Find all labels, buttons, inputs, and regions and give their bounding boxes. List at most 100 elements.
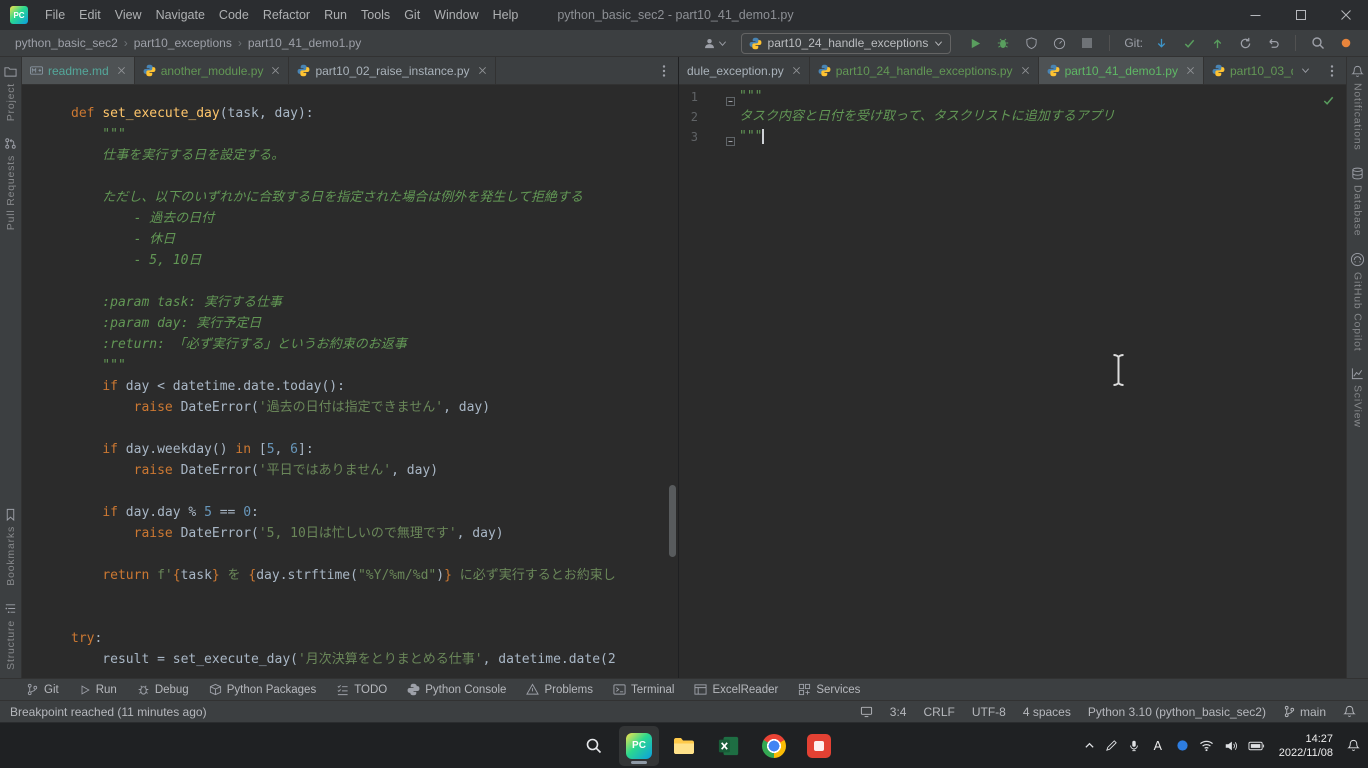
toolbar-run[interactable]: Run bbox=[69, 679, 127, 700]
close-button[interactable] bbox=[1323, 0, 1368, 30]
volume-icon[interactable] bbox=[1224, 739, 1238, 753]
tab-another-module-py[interactable]: another_module.py bbox=[135, 57, 290, 84]
toolbar-excelreader[interactable]: ExcelReader bbox=[684, 679, 788, 700]
tab-dule-exception-py[interactable]: dule_exception.py bbox=[679, 57, 810, 84]
breadcrumb-item-python-basic-sec2[interactable]: python_basic_sec2 bbox=[14, 36, 119, 50]
indentation[interactable]: 4 spaces bbox=[1023, 705, 1071, 719]
notifications-icon[interactable] bbox=[1343, 705, 1356, 718]
toolwindow-button-database[interactable]: Database bbox=[1351, 159, 1364, 244]
fold-marker-icon[interactable] bbox=[726, 133, 735, 142]
tray-overflow-button[interactable] bbox=[1084, 740, 1095, 751]
toolbar-git[interactable]: Git bbox=[16, 679, 69, 700]
toolwindow-button-pull-requests[interactable]: Pull Requests bbox=[4, 129, 17, 238]
menu-view[interactable]: View bbox=[108, 0, 149, 30]
notification-center-icon[interactable] bbox=[1347, 739, 1360, 752]
windows-ink-icon[interactable] bbox=[1105, 739, 1118, 752]
git-branch-widget[interactable]: main bbox=[1283, 705, 1326, 719]
tab-part10-03-divide[interactable]: part10_03_divide bbox=[1204, 57, 1293, 84]
taskbar-windows-button[interactable] bbox=[529, 726, 569, 766]
wifi-icon[interactable] bbox=[1199, 739, 1214, 752]
close-tab-icon[interactable] bbox=[117, 66, 126, 75]
left-editor-scrollbar[interactable] bbox=[669, 485, 676, 557]
taskbar-search-button[interactable] bbox=[574, 726, 614, 766]
toolbar-python-packages[interactable]: Python Packages bbox=[199, 679, 327, 700]
toolwindow-button-github-copilot[interactable]: GitHub Copilot bbox=[1350, 244, 1365, 359]
close-tab-icon[interactable] bbox=[478, 66, 487, 75]
ime-mode-indicator[interactable]: A bbox=[1150, 739, 1166, 753]
breadcrumb-item-part10-exceptions[interactable]: part10_exceptions bbox=[133, 36, 233, 50]
git-push-button[interactable] bbox=[1205, 32, 1229, 54]
more-tabs-kebab-icon[interactable] bbox=[650, 57, 678, 84]
toolbar-terminal[interactable]: Terminal bbox=[603, 679, 684, 700]
tab-readme-md[interactable]: readme.md bbox=[22, 57, 135, 84]
close-tab-icon[interactable] bbox=[1021, 66, 1030, 75]
tab-part10-24-handle-exceptions-py[interactable]: part10_24_handle_exceptions.py bbox=[810, 57, 1039, 84]
battery-icon[interactable] bbox=[1248, 740, 1265, 752]
menu-help[interactable]: Help bbox=[486, 0, 526, 30]
right-editor[interactable]: 1"""2タスク内容と日付を受け取って、タスクリストに追加するアプリ3""" bbox=[679, 85, 1346, 678]
menu-run[interactable]: Run bbox=[317, 0, 354, 30]
toolbar-debug[interactable]: Debug bbox=[127, 679, 199, 700]
toolwindow-button-project[interactable]: Project bbox=[4, 57, 17, 129]
tab-part10-41-demo1-py[interactable]: part10_41_demo1.py bbox=[1039, 57, 1204, 84]
navigation-bar: python_basic_sec2›part10_exceptions›part… bbox=[0, 30, 1368, 57]
debug-button[interactable] bbox=[991, 32, 1015, 54]
git-update-button[interactable] bbox=[1149, 32, 1173, 54]
toolbar-services[interactable]: Services bbox=[788, 679, 870, 700]
left-editor[interactable]: def set_execute_day(task, day): """ 仕事を実… bbox=[22, 85, 678, 678]
tab-options-kebab-icon[interactable] bbox=[1318, 57, 1346, 84]
line-ending[interactable]: CRLF bbox=[923, 705, 954, 719]
run-button[interactable] bbox=[963, 32, 987, 54]
git-history-button[interactable] bbox=[1233, 32, 1257, 54]
tab-label: part10_41_demo1.py bbox=[1065, 64, 1178, 78]
profiler-button[interactable] bbox=[1047, 32, 1071, 54]
menu-navigate[interactable]: Navigate bbox=[149, 0, 212, 30]
minimize-button[interactable] bbox=[1233, 0, 1278, 30]
menu-code[interactable]: Code bbox=[212, 0, 256, 30]
toolwindow-button-notifications[interactable]: Notifications bbox=[1351, 57, 1364, 159]
fold-marker-icon[interactable] bbox=[726, 93, 735, 102]
stop-button[interactable] bbox=[1075, 32, 1099, 54]
taskbar-chrome-button[interactable] bbox=[754, 726, 794, 766]
git-rollback-button[interactable] bbox=[1261, 32, 1285, 54]
code-token: , day) bbox=[391, 463, 438, 478]
close-tab-icon[interactable] bbox=[792, 66, 801, 75]
menu-tools[interactable]: Tools bbox=[354, 0, 397, 30]
taskbar-pycharm-button[interactable]: PC bbox=[619, 726, 659, 766]
code-token: in bbox=[235, 442, 251, 457]
toolbar-todo[interactable]: TODO bbox=[326, 679, 397, 700]
git-commit-button[interactable] bbox=[1177, 32, 1201, 54]
taskbar-explorer-button[interactable] bbox=[664, 726, 704, 766]
status-widget-icon[interactable] bbox=[860, 705, 873, 718]
tray-app-icon[interactable] bbox=[1176, 739, 1189, 752]
menu-refactor[interactable]: Refactor bbox=[256, 0, 317, 30]
encoding[interactable]: UTF-8 bbox=[972, 705, 1006, 719]
maximize-button[interactable] bbox=[1278, 0, 1323, 30]
menu-git[interactable]: Git bbox=[397, 0, 427, 30]
search-everywhere-button[interactable] bbox=[1306, 32, 1330, 54]
menu-edit[interactable]: Edit bbox=[72, 0, 108, 30]
toolwindow-button-structure[interactable]: Structure bbox=[4, 594, 17, 678]
taskbar-excel-button[interactable] bbox=[709, 726, 749, 766]
hidden-tabs-chevron-icon[interactable] bbox=[1293, 57, 1318, 84]
toolbar-python-console[interactable]: Python Console bbox=[397, 679, 516, 700]
tab-part10-02-raise-instance-py[interactable]: part10_02_raise_instance.py bbox=[289, 57, 495, 84]
taskbar-clock[interactable]: 14:27 2022/11/08 bbox=[1279, 732, 1333, 760]
toolwindow-button-sciview[interactable]: SciView bbox=[1351, 359, 1364, 436]
user-account-button[interactable] bbox=[703, 37, 727, 50]
close-tab-icon[interactable] bbox=[271, 66, 280, 75]
coverage-button[interactable] bbox=[1019, 32, 1043, 54]
run-configuration-select[interactable]: part10_24_handle_exceptions bbox=[741, 33, 952, 54]
python-interpreter[interactable]: Python 3.10 (python_basic_sec2) bbox=[1088, 705, 1266, 719]
close-tab-icon[interactable] bbox=[1186, 66, 1195, 75]
caret-position[interactable]: 3:4 bbox=[890, 705, 907, 719]
toolwindow-button-bookmarks[interactable]: Bookmarks bbox=[4, 500, 17, 594]
breadcrumb-item-part10-41-demo1-py[interactable]: part10_41_demo1.py bbox=[247, 36, 362, 50]
microphone-icon[interactable] bbox=[1128, 739, 1140, 752]
toolbar-problems[interactable]: Problems bbox=[516, 679, 603, 700]
taskbar-red-button[interactable] bbox=[799, 726, 839, 766]
code-token: , datetime.date(2 bbox=[483, 652, 616, 667]
record-indicator-icon[interactable] bbox=[1334, 32, 1358, 54]
menu-file[interactable]: File bbox=[38, 0, 72, 30]
menu-window[interactable]: Window bbox=[427, 0, 485, 30]
